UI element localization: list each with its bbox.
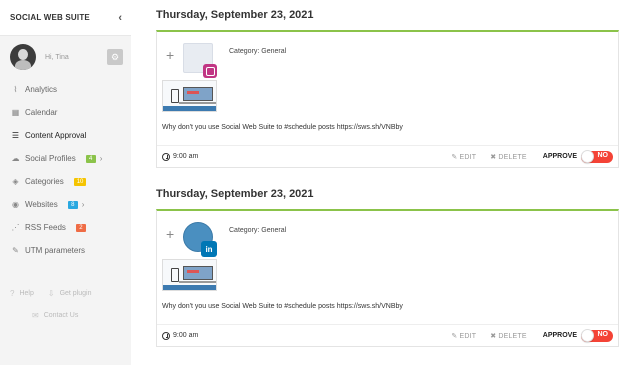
sidebar-item-analytics[interactable]: ⌇ Analytics (0, 78, 131, 101)
sidebar-item-label: Calendar (25, 108, 58, 117)
calendar-icon: ▦ (11, 108, 20, 117)
sidebar-item-calendar[interactable]: ▦ Calendar (0, 101, 131, 124)
approve-label: APPROVE (542, 332, 577, 339)
get-plugin-link[interactable]: Get plugin (60, 290, 92, 297)
post-time-label: 9:00 am (173, 332, 199, 339)
count-badge: 4 (85, 154, 96, 163)
post-image (162, 80, 217, 112)
sidebar-item-label: Websites (25, 200, 58, 209)
rss-icon: ⋰ (11, 223, 20, 232)
drag-plus-icon[interactable]: + (166, 47, 174, 63)
sidebar-item-label: Analytics (25, 85, 58, 94)
edit-button[interactable]: ✎ EDIT (451, 153, 476, 161)
footer-links: ? Help ⇩ Get plugin (0, 282, 131, 304)
chevron-right-icon[interactable]: › (82, 200, 85, 209)
date-heading: Thursday, September 23, 2021 (156, 188, 314, 200)
approve-toggle[interactable]: NO (581, 328, 613, 342)
tag-icon: ◈ (12, 177, 19, 186)
post-text: Why don't you use Social Web Suite to #s… (162, 124, 403, 131)
edit-icon: ✎ (451, 332, 458, 340)
sidebar-item-websites[interactable]: ◉ Websites 8 › (0, 193, 131, 216)
download-icon: ⇩ (47, 288, 55, 298)
sidebar-item-content-approval[interactable]: ☰ Content Approval (0, 124, 131, 147)
edit-icon: ✎ (451, 153, 458, 161)
sidebar-nav: ⌇ Analytics ▦ Calendar ☰ Content Approva… (0, 78, 131, 262)
count-badge: 2 (75, 223, 86, 232)
user-greeting: Hi, Tina (45, 53, 69, 61)
cloud-icon: ☁ (11, 154, 20, 163)
toggle-state: NO (597, 151, 609, 159)
instagram-icon (203, 64, 217, 78)
drag-plus-icon[interactable]: + (166, 226, 174, 242)
sidebar-item-categories[interactable]: ◈ Categories 10 (0, 170, 131, 193)
sidebar-item-label: Social Profiles (25, 154, 76, 163)
post-time-label: 9:00 am (173, 153, 199, 160)
approve-toggle[interactable]: NO (581, 149, 613, 163)
sidebar-item-label: RSS Feeds (25, 223, 66, 232)
toggle-knob (581, 149, 594, 163)
user-profile: Hi, Tina ⚙ (0, 40, 131, 74)
count-badge: 8 (67, 200, 78, 209)
sidebar-item-rss-feeds[interactable]: ⋰ RSS Feeds 2 (0, 216, 131, 239)
sidebar-item-label: Categories (25, 177, 64, 186)
close-icon: ✖ (490, 332, 497, 340)
date-heading: Thursday, September 23, 2021 (156, 9, 314, 21)
globe-icon: ◉ (12, 200, 19, 209)
toggle-state: NO (597, 330, 609, 338)
list-icon: ☰ (11, 131, 20, 140)
footer-contact: ✉ Contact Us (0, 304, 131, 326)
post-actions: 9:00 am ✎ EDIT ✖ DELETE APPROVE NO (157, 145, 618, 167)
mail-icon: ✉ (32, 310, 39, 320)
contact-us-link[interactable]: Contact Us (44, 312, 79, 319)
sidebar-footer: ? Help ⇩ Get plugin ✉ Contact Us (0, 282, 131, 326)
link-icon: ✎ (12, 246, 19, 255)
post-category: Category: General (229, 48, 287, 55)
brand-name: SOCIAL WEB SUITE (10, 13, 90, 22)
post-text: Why don't you use Social Web Suite to #s… (162, 303, 403, 310)
collapse-sidebar-icon[interactable]: ‹ (118, 12, 122, 24)
sidebar-item-label: Content Approval (25, 131, 87, 140)
gear-icon[interactable]: ⚙ (107, 49, 123, 65)
post-category: Category: General (229, 227, 287, 234)
brand-bar: SOCIAL WEB SUITE ‹ (0, 0, 131, 36)
sidebar-item-utm-parameters[interactable]: ✎ UTM parameters (0, 239, 131, 262)
close-icon: ✖ (490, 153, 497, 161)
approve-label: APPROVE (542, 153, 577, 160)
help-link[interactable]: Help (19, 290, 33, 297)
linkedin-icon: in (201, 241, 217, 257)
post-card: + Category: General Why don't you use So… (156, 30, 619, 168)
clock-icon (162, 331, 170, 340)
post-time: 9:00 am (162, 152, 199, 161)
sidebar-item-label: UTM parameters (25, 246, 86, 255)
delete-button[interactable]: ✖ DELETE (490, 153, 527, 161)
content-approval-main: Thursday, September 23, 2021 + Category:… (156, 0, 619, 347)
help-icon: ? (10, 288, 15, 298)
sidebar: SOCIAL WEB SUITE ‹ Hi, Tina ⚙ ⌇ Analytic… (0, 0, 131, 365)
avatar[interactable] (10, 44, 36, 70)
delete-button[interactable]: ✖ DELETE (490, 332, 527, 340)
toggle-knob (581, 328, 594, 342)
post-image (162, 259, 217, 291)
post-actions: 9:00 am ✎ EDIT ✖ DELETE APPROVE NO (157, 324, 618, 346)
count-badge: 10 (73, 177, 87, 186)
post-time: 9:00 am (162, 331, 199, 340)
post-card: + in Category: General Why don't you use… (156, 209, 619, 347)
clock-icon (162, 152, 170, 161)
chevron-right-icon[interactable]: › (100, 154, 103, 163)
edit-button[interactable]: ✎ EDIT (451, 332, 476, 340)
app-root: SOCIAL WEB SUITE ‹ Hi, Tina ⚙ ⌇ Analytic… (0, 0, 637, 365)
chart-icon: ⌇ (13, 85, 18, 94)
sidebar-item-social-profiles[interactable]: ☁ Social Profiles 4 › (0, 147, 131, 170)
